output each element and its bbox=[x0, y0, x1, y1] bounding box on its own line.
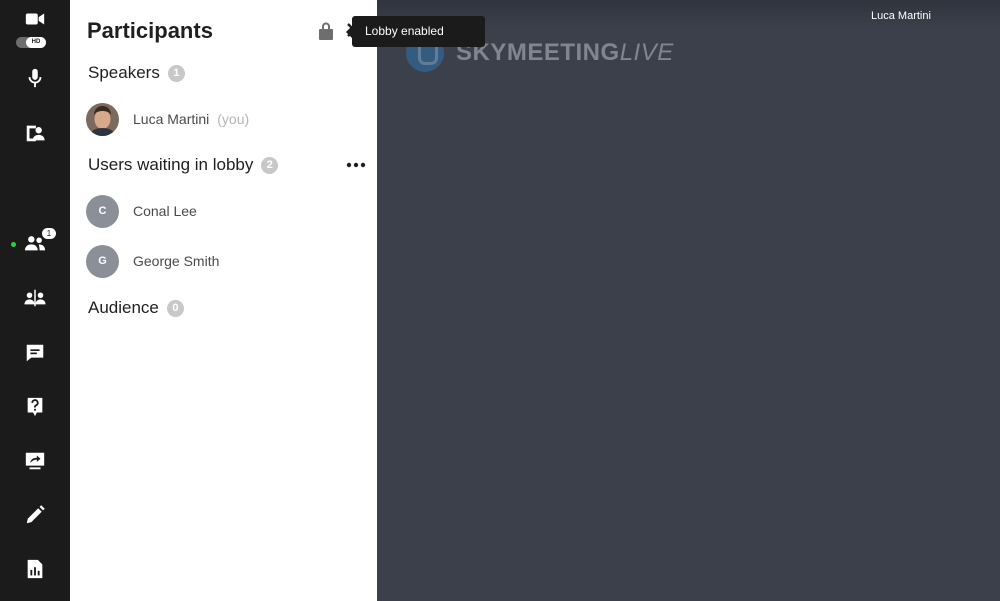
panel-title: Participants bbox=[87, 18, 213, 43]
chat-button[interactable] bbox=[0, 333, 70, 373]
more-options-icon[interactable] bbox=[346, 162, 366, 168]
stage-user-name: Luca Martini bbox=[871, 10, 931, 22]
avatar bbox=[86, 102, 119, 136]
audience-section-header: Audience 0 bbox=[88, 298, 184, 318]
contact-card-button[interactable] bbox=[0, 113, 70, 153]
speakers-section-header: Speakers 1 bbox=[88, 63, 185, 83]
hd-label: HD bbox=[26, 37, 46, 48]
lobby-section-header: Users waiting in lobby 2 bbox=[88, 155, 279, 175]
avatar: G bbox=[86, 244, 119, 278]
camera-button[interactable] bbox=[0, 6, 70, 32]
left-toolbar: HD 1 bbox=[0, 0, 70, 601]
lobby-count-badge: 2 bbox=[261, 156, 279, 174]
microphone-icon bbox=[28, 68, 42, 88]
breakout-rooms-button[interactable] bbox=[0, 278, 70, 318]
screen-share-icon bbox=[25, 452, 45, 470]
logo-live-text: LIVE bbox=[619, 39, 674, 66]
lobby-user-row[interactable]: C Conal Lee bbox=[86, 194, 197, 228]
report-button[interactable] bbox=[0, 549, 70, 589]
hd-toggle[interactable]: HD bbox=[16, 37, 46, 48]
screen-share-button[interactable] bbox=[0, 441, 70, 481]
contact-card-icon bbox=[26, 125, 45, 142]
participant-name: George Smith bbox=[133, 253, 220, 269]
whiteboard-button[interactable] bbox=[0, 495, 70, 535]
pencil-icon bbox=[26, 505, 45, 524]
participant-name: Luca Martini bbox=[133, 111, 210, 127]
questions-button[interactable] bbox=[0, 387, 70, 427]
lock-icon[interactable] bbox=[318, 21, 334, 40]
lobby-label: Users waiting in lobby bbox=[88, 155, 254, 174]
participants-count-badge: 1 bbox=[42, 228, 56, 239]
breakout-rooms-icon bbox=[24, 289, 46, 307]
logo-text: SKYMEETINGLIVE bbox=[456, 39, 674, 67]
participants-panel: Participants Speakers 1 Luca Martini (yo… bbox=[70, 0, 377, 601]
lobby-enabled-tooltip: Lobby enabled bbox=[346, 16, 485, 47]
participant-row[interactable]: Luca Martini (you) bbox=[86, 102, 249, 136]
speakers-count-badge: 1 bbox=[167, 64, 185, 82]
you-label: (you) bbox=[217, 111, 250, 127]
participant-name: Conal Lee bbox=[133, 203, 197, 219]
question-icon bbox=[27, 397, 43, 417]
avatar: C bbox=[86, 194, 119, 228]
report-icon bbox=[27, 559, 43, 579]
camera-icon bbox=[25, 13, 45, 25]
audience-label: Audience bbox=[88, 298, 159, 317]
speakers-label: Speakers bbox=[88, 63, 160, 82]
participants-button[interactable] bbox=[0, 223, 70, 263]
microphone-button[interactable] bbox=[0, 58, 70, 98]
lobby-user-row[interactable]: G George Smith bbox=[86, 244, 219, 278]
audience-count-badge: 0 bbox=[166, 299, 184, 317]
chat-icon bbox=[26, 344, 44, 362]
